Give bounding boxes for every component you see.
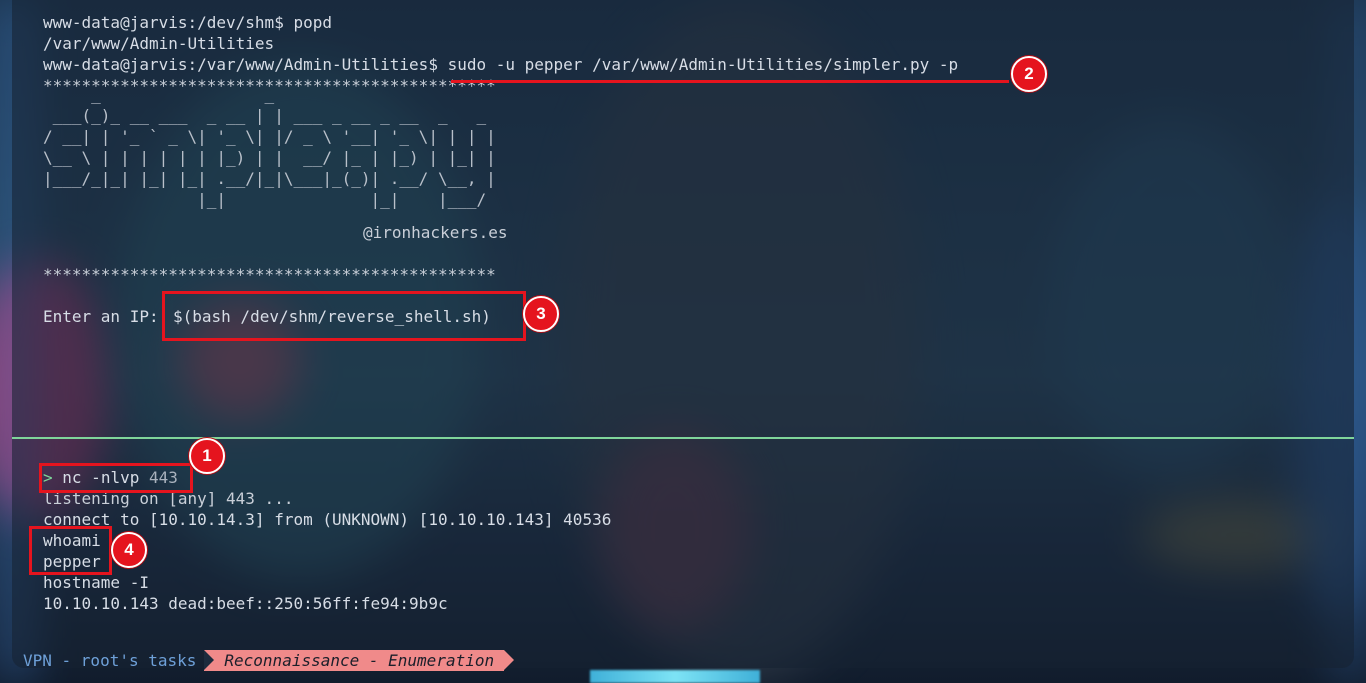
annotation-badge-3: 3 [523,296,559,332]
annotation-badge-2: 2 [1011,56,1047,92]
annotation-box-1 [39,463,193,493]
terminal-separator: ****************************************… [43,265,496,284]
ip-prompt-label: Enter an IP: [43,307,159,326]
annotation-badge-4: 4 [111,532,147,568]
terminal-line: 10.10.10.143 dead:beef::250:56ff:fe94:9b… [43,594,448,613]
terminal-line: www-data@jarvis:/dev/shm$ popd [43,13,332,32]
annotation-box-4 [29,526,112,575]
annotation-box-3 [162,291,526,341]
annotation-badge-1: 1 [189,438,225,474]
ascii-banner: _ _ ___(_)_ __ ___ _ __ | | ___ _ __ _ _… [43,85,496,209]
session-name[interactable]: VPN - root's tasks [12,650,204,671]
active-window-tab[interactable]: Reconnaissance - Enumeration [204,650,514,671]
tmux-status-bar: VPN - root's tasks Reconnaissance - Enum… [12,650,514,671]
banner-credit: @ironhackers.es [363,223,508,242]
terminal-line: connect to [10.10.14.3] from (UNKNOWN) [… [43,510,612,529]
annotation-underline [451,80,1009,83]
wallpaper-glow [590,670,760,683]
terminal-line: www-data@jarvis:/var/www/Admin-Utilities… [43,55,959,74]
terminal-line: /var/www/Admin-Utilities [43,34,275,53]
terminal-line: hostname -I [43,573,149,592]
